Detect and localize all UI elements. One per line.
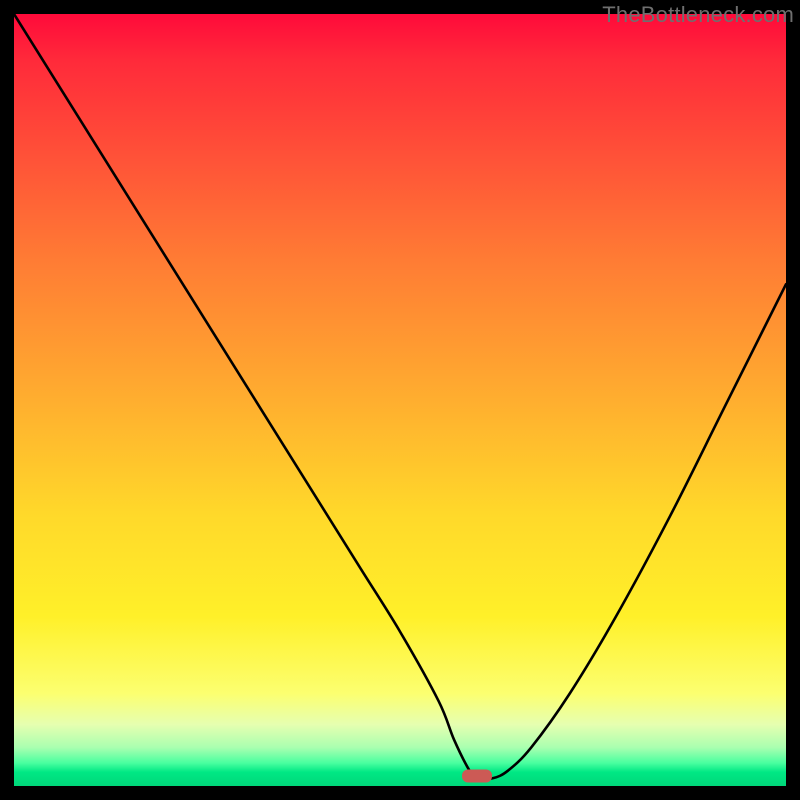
watermark-text: TheBottleneck.com (602, 2, 794, 28)
plot-area (14, 14, 786, 786)
optimum-marker (462, 769, 492, 782)
bottleneck-curve (14, 14, 786, 786)
chart-frame: TheBottleneck.com (0, 0, 800, 800)
